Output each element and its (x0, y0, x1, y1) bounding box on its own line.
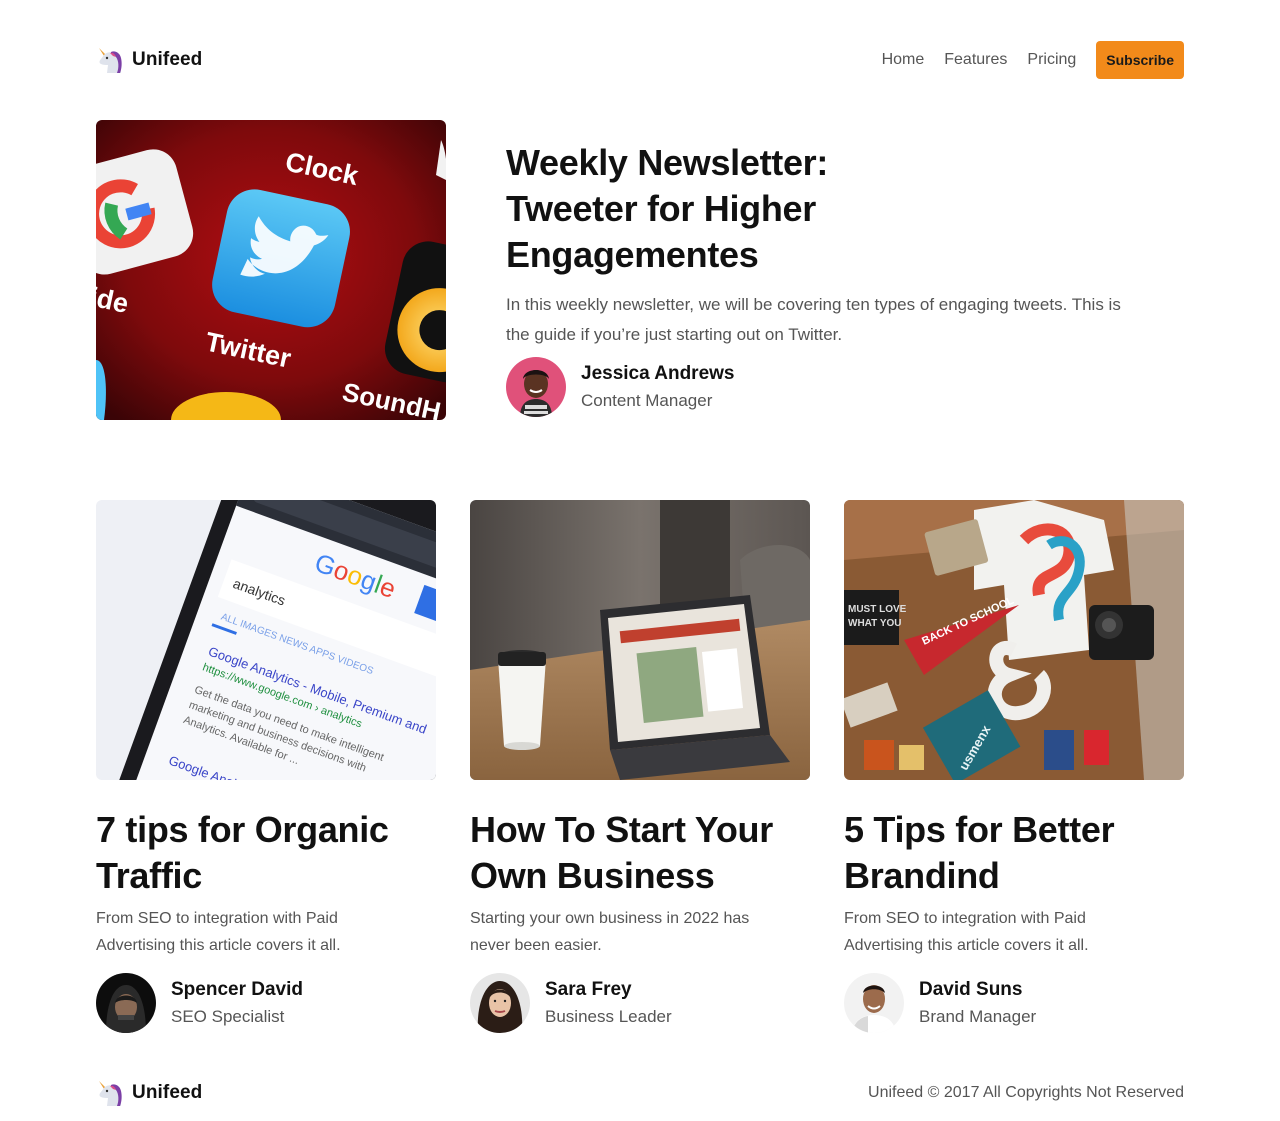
nav-home-link[interactable]: Home (882, 51, 925, 69)
article-title[interactable]: 7 tips for Organic Traffic (96, 807, 436, 899)
branding-desk-photo: MUST LOVE WHAT YOU BACK TO SCHOOL usmenx (844, 500, 1184, 780)
svg-text:MUST LOVE: MUST LOVE (848, 604, 907, 615)
article-author: David Suns Brand Manager (844, 973, 1184, 1033)
article-card[interactable]: Google analytics ALL IMAGES NEWS APPS VI… (96, 500, 436, 1033)
footer-brand-name: Unifeed (132, 1082, 203, 1103)
app-icons-photo: Clock Twitter SoundH ide (96, 120, 446, 420)
hero-author: Jessica Andrews Content Manager (506, 357, 735, 417)
hero-content: Weekly Newsletter: Tweeter for Higher En… (506, 140, 1146, 350)
author-name: Spencer David (171, 978, 303, 1000)
author-name: Sara Frey (545, 978, 632, 1000)
laptop-coffee-photo (470, 500, 810, 780)
article-description: From SEO to integration with Paid Advert… (96, 910, 341, 954)
avatar-photo-sara (470, 973, 530, 1033)
hero-image[interactable]: Clock Twitter SoundH ide (96, 120, 446, 420)
footer-brand[interactable]: Unifeed (96, 1079, 202, 1107)
avatar-photo-david (844, 973, 904, 1033)
author-info: Spencer David SEO Specialist (171, 977, 303, 1030)
author-role: Content Manager (581, 390, 713, 410)
unicorn-icon (99, 48, 122, 73)
article-title[interactable]: How To Start Your Own Business (470, 807, 810, 899)
author-info: David Suns Brand Manager (919, 977, 1036, 1030)
author-role: SEO Specialist (171, 1006, 285, 1026)
avatar (470, 973, 530, 1033)
article-image[interactable]: MUST LOVE WHAT YOU BACK TO SCHOOL usmenx (844, 500, 1184, 780)
brand-name: Unifeed (132, 49, 203, 70)
article-card[interactable]: How To Start Your Own Business Starting … (470, 500, 810, 1033)
author-info: Jessica Andrews Content Manager (581, 361, 735, 414)
article-image[interactable] (470, 500, 810, 780)
site-footer: Unifeed Unifeed © 2017 All Copyrights No… (96, 1078, 1184, 1108)
avatar (844, 973, 904, 1033)
article-author: Sara Frey Business Leader (470, 973, 810, 1033)
avatar (506, 357, 566, 417)
author-name: Jessica Andrews (581, 362, 735, 384)
author-role: Brand Manager (919, 1006, 1037, 1026)
hero-description: In this weekly newsletter, we will be co… (506, 295, 1121, 344)
brand-logo-link[interactable]: Unifeed (96, 46, 202, 74)
nav-features-link[interactable]: Features (944, 51, 1007, 69)
author-info: Sara Frey Business Leader (545, 977, 672, 1030)
article-description: From SEO to integration with Paid Advert… (844, 910, 1089, 954)
article-title[interactable]: 5 Tips for Better Brandind (844, 807, 1184, 899)
avatar-photo-jessica (506, 357, 566, 417)
unicorn-icon (99, 1081, 122, 1106)
article-author: Spencer David SEO Specialist (96, 973, 436, 1033)
copyright-text: Unifeed © 2017 All Copyrights Not Reserv… (868, 1084, 1184, 1101)
subscribe-button[interactable]: Subscribe (1096, 41, 1184, 79)
article-description: Starting your own business in 2022 has n… (470, 910, 750, 954)
phone-search-photo: Google analytics ALL IMAGES NEWS APPS VI… (96, 500, 436, 780)
author-role: Business Leader (545, 1006, 672, 1026)
article-card[interactable]: MUST LOVE WHAT YOU BACK TO SCHOOL usmenx (844, 500, 1184, 1033)
svg-text:WHAT YOU: WHAT YOU (848, 618, 902, 629)
hero-title[interactable]: Weekly Newsletter: Tweeter for Higher En… (506, 140, 866, 278)
avatar (96, 973, 156, 1033)
site-header: Unifeed Home Features Pricing Subscribe (96, 41, 1184, 79)
main-nav: Home Features Pricing Subscribe (882, 41, 1184, 79)
article-image[interactable]: Google analytics ALL IMAGES NEWS APPS VI… (96, 500, 436, 780)
nav-pricing-link[interactable]: Pricing (1027, 51, 1076, 69)
avatar-photo-spencer (96, 973, 156, 1033)
author-name: David Suns (919, 978, 1023, 1000)
page: Unifeed Home Features Pricing Subscribe (0, 0, 1280, 1121)
